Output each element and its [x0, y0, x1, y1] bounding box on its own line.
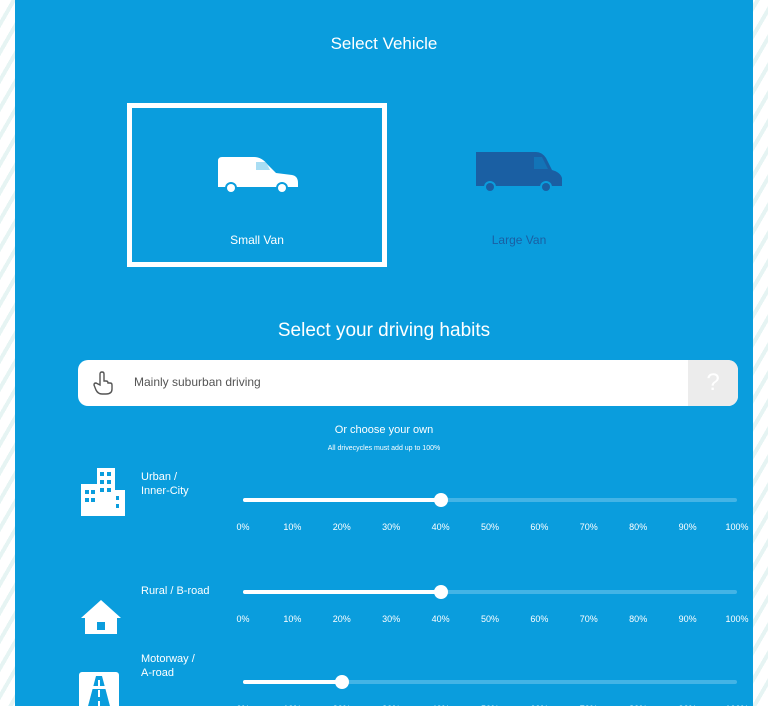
tick-label: 80% [629, 522, 648, 532]
driving-habits-select[interactable]: Mainly suburban driving ? [78, 360, 738, 406]
slider-tick-labels: 0% 10% 20% 30% 40% 50% 60% 70% 80% 90% 100% [236, 614, 748, 626]
tick-label: 90% [678, 614, 697, 624]
vehicle-config-panel: Select Vehicle Small Van Large Van Selec… [15, 0, 753, 706]
choose-own-heading: Or choose your own [334, 424, 434, 436]
tick-label: 80% [629, 614, 648, 624]
tick-label: 0% [236, 522, 250, 532]
house-icon [79, 596, 123, 641]
vehicle-option-large-van[interactable]: Large Van [389, 108, 649, 272]
tick-label: 60% [530, 522, 549, 532]
vehicle-label-large-van: Large Van [491, 233, 547, 247]
slider-tick-labels: 0% 10% 20% 30% 40% 50% 60% 70% 80% 90% 100% [236, 522, 748, 534]
motorway-icon [79, 672, 119, 706]
slider-thumb[interactable] [433, 585, 448, 599]
tick-label: 60% [530, 614, 549, 624]
tick-label: 10% [283, 522, 302, 532]
tick-label: 90% [678, 522, 697, 532]
tick-label: 30% [382, 522, 401, 532]
slider-fill [243, 498, 441, 502]
drive-cycle-slider[interactable] [243, 493, 737, 507]
tick-label: 100% [725, 614, 749, 624]
slider-fill [243, 590, 441, 594]
tick-label: 10% [283, 614, 302, 624]
tick-label: 70% [579, 522, 598, 532]
drive-cycle-label: Rural / B-road [141, 585, 210, 597]
choose-own-subtext: All drivecycles must add up to 100% [327, 445, 441, 452]
tick-label: 70% [579, 614, 598, 624]
tick-label: 50% [480, 614, 500, 624]
tick-label: 40% [431, 614, 450, 624]
hand-pointer-icon [93, 371, 113, 395]
tick-label: 20% [332, 614, 351, 624]
driving-habits-value: Mainly suburban driving [134, 375, 261, 389]
page-title: Select Vehicle [330, 34, 438, 53]
help-button[interactable]: ? [688, 360, 738, 406]
driving-habits-title: Select your driving habits [277, 320, 491, 341]
drive-cycle-row: Rural / B-road 0% 10% 20% 30% 40% 50% 60% 70% 80%… [15, 560, 753, 640]
drive-cycle-slider[interactable] [243, 585, 737, 599]
vehicle-label-small-van: Small Van [230, 233, 284, 247]
tick-label: 40% [431, 522, 450, 532]
city-buildings-icon [79, 466, 127, 523]
small-van-icon [218, 157, 298, 194]
tick-label: 50% [480, 522, 500, 532]
drive-cycle-slider[interactable] [243, 675, 737, 689]
drive-cycle-label: Urban / Inner-City [141, 471, 189, 497]
tick-label: 100% [725, 522, 749, 532]
tick-label: 0% [236, 614, 250, 624]
slider-thumb[interactable] [433, 493, 448, 507]
drive-cycle-row: Motorway / A-road0%10%20%30%40%50%60%70%… [15, 650, 753, 706]
large-van-icon [476, 152, 562, 193]
tick-label: 20% [332, 522, 351, 532]
slider-thumb[interactable] [334, 675, 349, 689]
vehicle-option-small-van[interactable]: Small Van [127, 103, 387, 267]
drive-cycle-row: Urban / Inner-City 0% 10% 20% 30% 40% 50% 60% 70… [15, 468, 753, 548]
slider-fill [243, 680, 342, 684]
tick-label: 30% [382, 614, 401, 624]
drive-cycle-label: Motorway / A-road [141, 653, 195, 679]
